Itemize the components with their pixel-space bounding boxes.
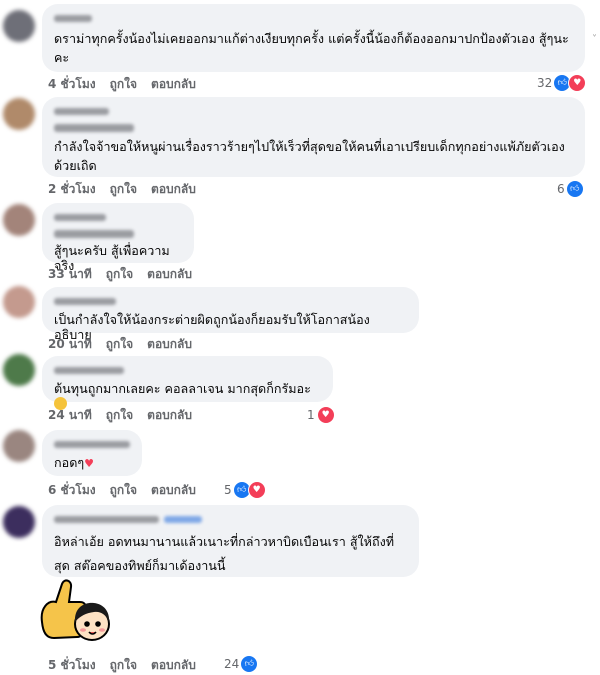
comment-actions: 20 นาที ถูกใจ ตอบกลับ: [48, 336, 192, 352]
like-button[interactable]: ถูกใจ: [110, 656, 137, 675]
comment-bubble: ดราม่าทุกครั้งน้องไม่เคยออกมาแก้ต่างเงีย…: [42, 4, 585, 72]
like-button[interactable]: ถูกใจ: [110, 481, 137, 500]
avatar[interactable]: [3, 204, 35, 236]
reaction-summary[interactable]: 1 ♥: [307, 406, 335, 424]
comment-bubble: เป็นกำลังใจให้น้องกระต่ายผิดถูกน้องก็ยอม…: [42, 287, 419, 342]
comment-text: อิหล่าเอ้ย อดทนมานานแล้วเนาะที่กล่าวหาบิ…: [54, 534, 395, 573]
author-name[interactable]: [54, 11, 573, 25]
reply-button[interactable]: ตอบกลับ: [147, 406, 192, 425]
like-reaction-icon: 👍︎: [565, 180, 584, 198]
reaction-summary[interactable]: 5 👍︎ ♥: [224, 481, 266, 499]
avatar[interactable]: [3, 430, 35, 462]
reply-button[interactable]: ตอบกลับ: [147, 335, 192, 354]
heart-emoji-icon: ♥: [84, 457, 95, 470]
avatar[interactable]: [3, 286, 35, 318]
sticker-graphic: [40, 579, 110, 641]
author-subtitle: [54, 122, 573, 134]
comment-actions: 33 นาที ถูกใจ ตอบกลับ: [48, 266, 192, 282]
author-name[interactable]: [54, 363, 321, 377]
reply-button[interactable]: ตอบกลับ: [151, 180, 196, 199]
comment-time[interactable]: 33 นาที: [48, 265, 92, 284]
reaction-count: 1: [307, 408, 315, 422]
author-name[interactable]: [54, 437, 130, 451]
scroll-arrow-icon[interactable]: ˅: [592, 34, 597, 45]
reaction-count: 5: [224, 483, 232, 497]
reaction-count: 6: [557, 182, 565, 196]
reaction-summary[interactable]: 6 👍︎: [557, 180, 584, 198]
comment-time[interactable]: 6 ชั่วโมง: [48, 481, 96, 500]
comment-text: กำลังใจจ้าขอให้หนูผ่านเรื่องราวร้ายๆไปให…: [54, 139, 565, 173]
reaction-summary[interactable]: 24 👍︎: [224, 655, 259, 673]
reaction-summary[interactable]: 32 👍︎ ♥: [537, 74, 587, 92]
comment-time[interactable]: 4 ชั่วโมง: [48, 75, 96, 94]
like-button[interactable]: ถูกใจ: [110, 75, 137, 94]
like-reaction-icon: 👍︎: [240, 655, 259, 673]
love-reaction-icon: ♥: [247, 481, 266, 499]
author-subtitle: [54, 228, 182, 240]
comment-bubble: ต้นทุนถูกมากเลยคะ คอลลาเจน มากสุดก็กรัมอ…: [42, 356, 333, 410]
thumbs-up-sticker[interactable]: [36, 578, 110, 652]
avatar[interactable]: [3, 354, 35, 386]
avatar[interactable]: [3, 98, 35, 130]
comment-actions: 2 ชั่วโมง ถูกใจ ตอบกลับ: [48, 181, 196, 197]
author-name[interactable]: [54, 512, 407, 526]
comment-bubble: กำลังใจจ้าขอให้หนูผ่านเรื่องราวร้ายๆไปให…: [42, 97, 585, 177]
love-reaction-icon: ♥: [568, 74, 587, 92]
reply-button[interactable]: ตอบกลับ: [151, 481, 196, 500]
love-reaction-icon: ♥: [316, 406, 335, 424]
comment-actions: 4 ชั่วโมง ถูกใจ ตอบกลับ: [48, 76, 196, 92]
comment-bubble: อิหล่าเอ้ย อดทนมานานแล้วเนาะที่กล่าวหาบิ…: [42, 505, 419, 577]
reaction-count: 32: [537, 76, 553, 90]
comment-bubble: สู้ๆนะครับ สู้เพื่อความจริง: [42, 203, 194, 273]
author-name[interactable]: [54, 294, 407, 308]
reply-button[interactable]: ตอบกลับ: [151, 656, 196, 675]
author-name[interactable]: [54, 104, 573, 118]
author-name[interactable]: [54, 210, 182, 224]
comment-time[interactable]: 5 ชั่วโมง: [48, 656, 96, 675]
comment-actions: 6 ชั่วโมง ถูกใจ ตอบกลับ: [48, 482, 196, 498]
comment-time[interactable]: 20 นาที: [48, 335, 92, 354]
comment-text: กอดๆ♥: [54, 455, 95, 470]
avatar[interactable]: [3, 506, 35, 538]
like-button[interactable]: ถูกใจ: [106, 335, 133, 354]
comment-time[interactable]: 24 นาที: [48, 406, 92, 425]
reaction-count: 24: [224, 657, 240, 671]
comment-text: ดราม่าทุกครั้งน้องไม่เคยออกมาแก้ต่างเงีย…: [54, 31, 569, 65]
comment-actions: 24 นาที ถูกใจ ตอบกลับ: [48, 407, 192, 423]
like-button[interactable]: ถูกใจ: [106, 406, 133, 425]
reply-button[interactable]: ตอบกลับ: [151, 75, 196, 94]
reply-button[interactable]: ตอบกลับ: [147, 265, 192, 284]
comment-bubble: กอดๆ♥: [42, 430, 142, 476]
avatar[interactable]: [3, 10, 35, 42]
like-button[interactable]: ถูกใจ: [106, 265, 133, 284]
like-button[interactable]: ถูกใจ: [110, 180, 137, 199]
comment-time[interactable]: 2 ชั่วโมง: [48, 180, 96, 199]
